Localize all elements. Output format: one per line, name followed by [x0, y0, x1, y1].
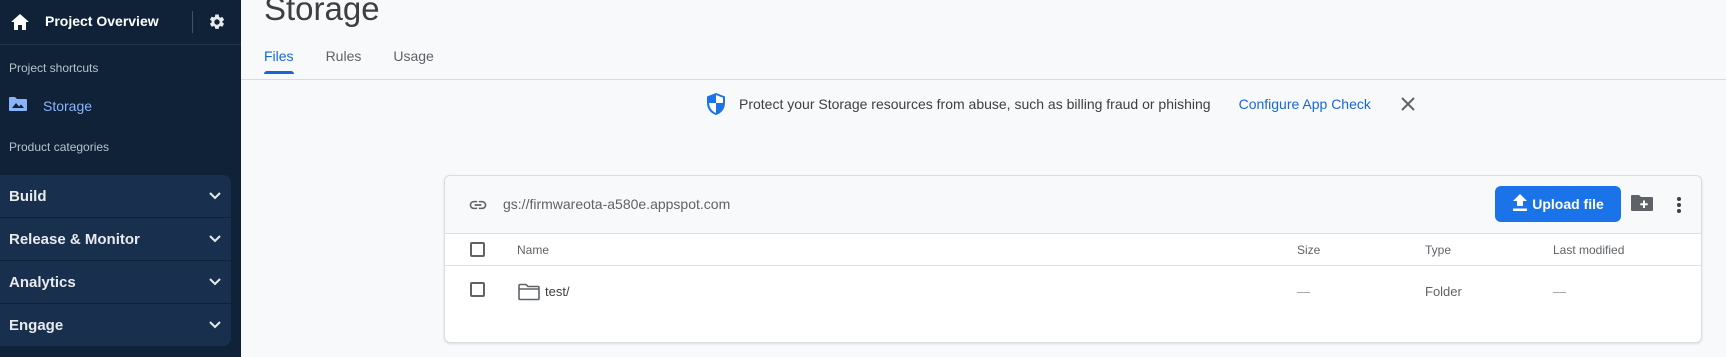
tab-rules[interactable]: Rules	[326, 48, 362, 74]
link-icon[interactable]	[467, 195, 489, 215]
project-shortcuts-header: Project shortcuts	[9, 61, 99, 75]
sidebar-group-label: Build	[9, 187, 47, 205]
tab-files[interactable]: Files	[264, 48, 294, 74]
close-icon[interactable]	[1399, 95, 1417, 113]
folder-icon	[518, 283, 540, 301]
bucket-path[interactable]: gs://firmwareota-a580e.appspot.com	[503, 196, 730, 212]
column-header-name[interactable]: Name	[517, 243, 549, 257]
tab-usage[interactable]: Usage	[393, 48, 433, 74]
tab-bar: Files Rules Usage	[264, 48, 466, 74]
shield-icon	[705, 92, 727, 116]
sidebar: Project Overview Project shortcuts Stora…	[0, 0, 241, 357]
sidebar-header: Project Overview	[0, 0, 241, 45]
select-all-checkbox[interactable]	[470, 242, 485, 257]
sidebar-group-label: Release & Monitor	[9, 230, 140, 248]
gear-icon[interactable]	[207, 12, 227, 32]
upload-file-label: Upload file	[1532, 196, 1604, 212]
new-folder-icon[interactable]	[1631, 194, 1655, 216]
row-checkbox[interactable]	[470, 282, 485, 297]
page-title: Storage	[264, 0, 380, 27]
product-categories-header: Product categories	[9, 140, 110, 154]
app-check-banner: Protect your Storage resources from abus…	[705, 92, 1417, 116]
configure-app-check-link[interactable]: Configure App Check	[1239, 96, 1371, 112]
home-icon[interactable]	[10, 12, 30, 32]
table-header: Name Size Type Last modified	[445, 234, 1701, 266]
banner-message: Protect your Storage resources from abus…	[739, 96, 1211, 112]
files-card: gs://firmwareota-a580e.appspot.com Uploa…	[444, 175, 1702, 343]
sidebar-item-storage[interactable]: Storage	[0, 95, 241, 117]
sidebar-group-engage[interactable]: Engage	[0, 304, 231, 346]
project-overview-link[interactable]: Project Overview	[45, 13, 192, 29]
file-last-modified: —	[1553, 284, 1566, 299]
sidebar-group-analytics[interactable]: Analytics	[0, 261, 231, 303]
card-toolbar: gs://firmwareota-a580e.appspot.com Uploa…	[445, 176, 1701, 234]
sidebar-group-label: Engage	[9, 316, 64, 334]
chevron-down-icon	[209, 316, 221, 334]
tabs-divider	[241, 79, 1726, 80]
more-vert-icon[interactable]	[1671, 194, 1687, 216]
file-type: Folder	[1425, 284, 1462, 299]
column-header-type[interactable]: Type	[1425, 243, 1451, 257]
divider	[192, 11, 193, 33]
sidebar-group-label: Analytics	[9, 273, 76, 291]
upload-file-button[interactable]: Upload file	[1495, 186, 1621, 222]
upload-icon	[1512, 193, 1532, 215]
chevron-down-icon	[209, 230, 221, 248]
sidebar-item-label: Storage	[43, 98, 93, 114]
file-name[interactable]: test/	[545, 284, 570, 299]
sidebar-group-build[interactable]: Build	[0, 175, 231, 217]
file-size: —	[1297, 284, 1310, 299]
storage-folder-icon	[9, 96, 27, 116]
table-row[interactable]: test/ — Folder —	[445, 267, 1701, 322]
chevron-down-icon	[209, 187, 221, 205]
column-header-size[interactable]: Size	[1297, 243, 1320, 257]
sidebar-group-release-monitor[interactable]: Release & Monitor	[0, 218, 231, 260]
column-header-last-modified[interactable]: Last modified	[1553, 243, 1624, 257]
chevron-down-icon	[209, 273, 221, 291]
